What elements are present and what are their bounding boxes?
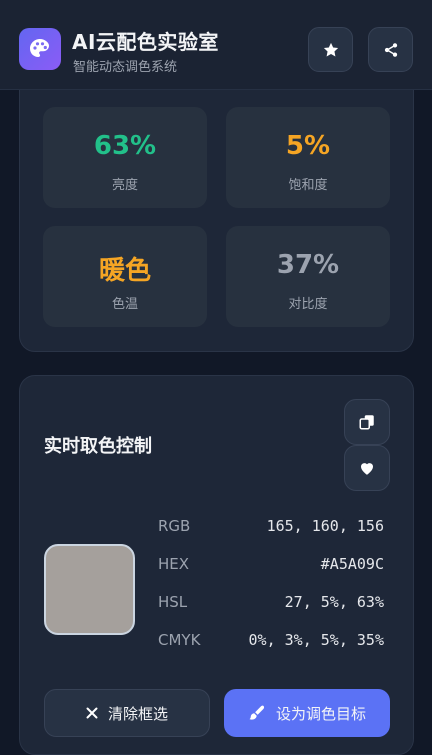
copy-icon xyxy=(358,413,376,431)
star-icon xyxy=(322,41,340,59)
stat-contrast-label: 对比度 xyxy=(288,297,328,312)
hsl-value[interactable]: 27, 5%, 63% xyxy=(285,593,384,611)
stat-saturation-value: 5% xyxy=(285,131,331,161)
stat-temperature-value: 暖色 xyxy=(98,256,151,286)
stat-saturation: 5% 饱和度 xyxy=(226,107,390,208)
copy-button[interactable] xyxy=(344,399,390,445)
cmyk-label: CMYK xyxy=(158,631,201,649)
stat-temperature: 暖色 色温 xyxy=(43,226,207,327)
clear-selection-button[interactable]: 清除框选 xyxy=(44,689,210,737)
palette-icon[interactable] xyxy=(19,28,61,70)
stat-brightness: 63% 亮度 xyxy=(43,107,207,208)
clear-selection-label: 清除框选 xyxy=(107,704,168,723)
share-icon xyxy=(383,42,399,58)
favorite-star-button[interactable] xyxy=(308,27,353,72)
rgb-value[interactable]: 165, 160, 156 xyxy=(267,517,384,535)
rgb-row: RGB 165, 160, 156 xyxy=(158,517,384,539)
hex-label: HEX xyxy=(158,555,190,573)
stat-brightness-value: 63% xyxy=(93,131,157,161)
stat-brightness-label: 亮度 xyxy=(111,178,138,193)
stat-temperature-label: 色温 xyxy=(111,297,138,312)
cmyk-value[interactable]: 0%, 3%, 5%, 35% xyxy=(249,631,384,649)
cmyk-row: CMYK 0%, 3%, 5%, 35% xyxy=(158,631,384,653)
brush-icon xyxy=(248,704,266,722)
heart-icon xyxy=(358,459,376,477)
set-target-label: 设为调色目标 xyxy=(275,704,366,723)
app-subtitle: 智能动态调色系统 xyxy=(73,60,178,75)
close-icon xyxy=(86,707,98,719)
share-button[interactable] xyxy=(368,27,413,72)
control-title: 实时取色控制 xyxy=(44,436,152,457)
app-title: AI云配色实验室 xyxy=(72,30,219,54)
hsl-row: HSL 27, 5%, 63% xyxy=(158,593,384,615)
favorite-color-button[interactable] xyxy=(344,445,390,491)
app-header: AI云配色实验室 智能动态调色系统 xyxy=(0,0,432,90)
stat-contrast: 37% 对比度 xyxy=(226,226,390,327)
stat-contrast-value: 37% xyxy=(276,250,340,280)
hsl-label: HSL xyxy=(158,593,188,611)
rgb-label: RGB xyxy=(158,517,191,535)
hex-value[interactable]: #A5A09C xyxy=(321,555,384,573)
set-target-button[interactable]: 设为调色目标 xyxy=(224,689,390,737)
color-swatch xyxy=(44,544,135,635)
hex-row: HEX #A5A09C xyxy=(158,555,384,577)
stat-saturation-label: 饱和度 xyxy=(288,178,328,193)
